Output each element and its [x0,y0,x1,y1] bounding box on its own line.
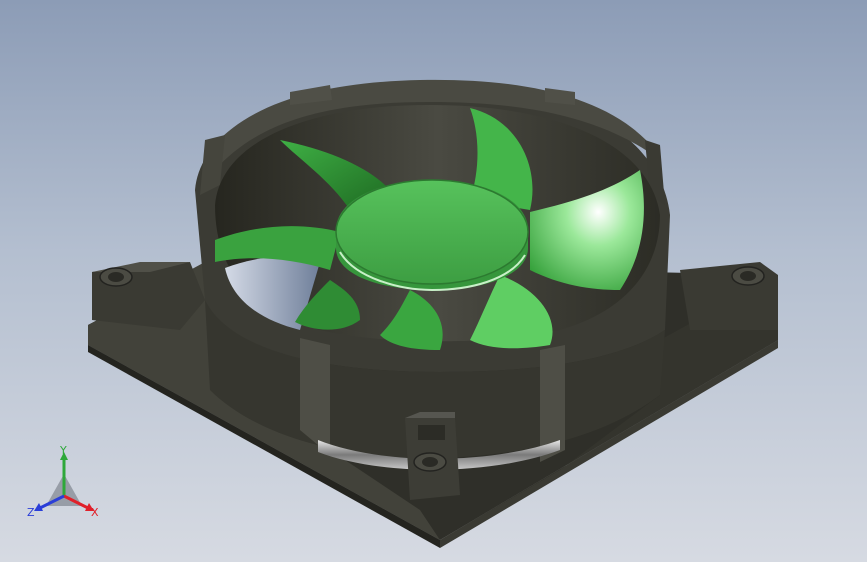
fan-hub [335,179,529,292]
mounting-ear-right [680,262,778,330]
z-axis-label: Z [27,506,35,519]
x-axis-label: X [91,506,99,519]
fan-3d-model[interactable] [0,0,867,562]
mounting-ear-left [92,262,205,330]
view-orientation-triad[interactable]: Y X Z [24,444,104,524]
y-axis-label: Y [59,444,67,457]
mounting-ear-front [405,412,460,500]
graphics-viewport[interactable]: Y X Z [0,0,867,562]
